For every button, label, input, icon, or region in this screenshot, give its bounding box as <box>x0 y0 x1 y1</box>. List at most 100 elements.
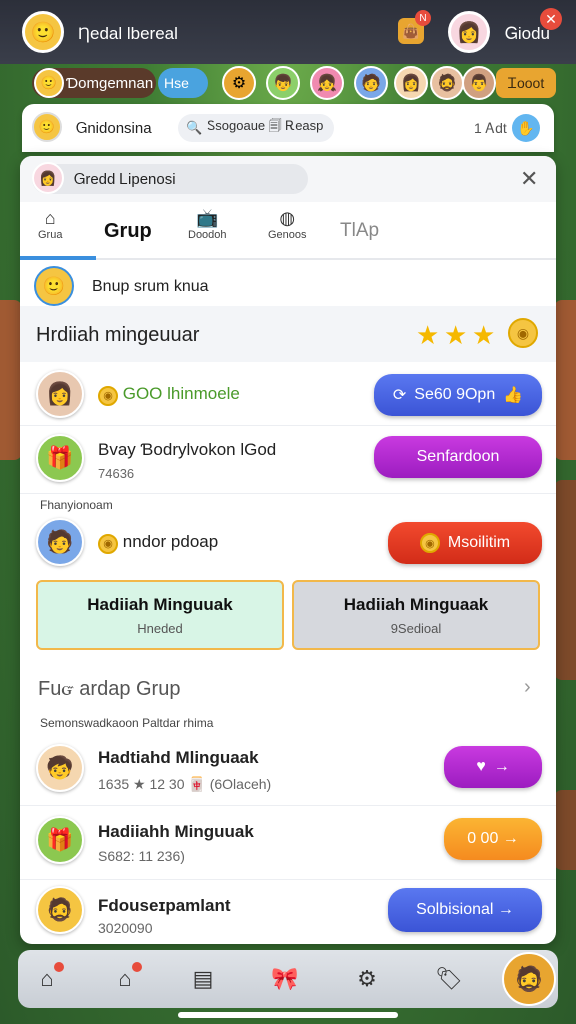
weekly-gift-card[interactable]: Hadiiah Minguaak 9Sedioal <box>292 580 540 650</box>
row-action-label: Msoilitim <box>447 534 511 551</box>
tab-video-label: Doodoh <box>188 229 227 241</box>
panel-header-title: Ꮐredd Ꮮipenosi <box>74 170 176 188</box>
player-icon-2[interactable]: 👧 <box>310 66 344 100</box>
shop-icon[interactable]: ⌂ <box>106 960 144 998</box>
section-subheader: Fhanyionoam <box>40 498 113 512</box>
star-icon: ★ <box>416 320 440 350</box>
top-bar: 🙂 Ƞedal lbereal 👜 N 👩 Ꮐiodu ✕ <box>0 0 576 64</box>
players-strip: 🙂 Ɗomgemnan Hse ⚙ 👦 👧 🧑 👩 🧔 👨 Ꮖooot <box>0 64 576 104</box>
gift-icon: 🎁 <box>36 434 84 482</box>
gift-icon: 🎁 <box>36 816 84 864</box>
group-row[interactable]: 🙂 Bnup srum knua <box>34 266 542 308</box>
tab-group-label: Grup <box>104 220 152 242</box>
list-item: 🎁 Hadiiahh Minguuak S682: 11 236) 0 00 → <box>20 806 556 880</box>
disc-icon: ◍ <box>279 208 296 228</box>
row-action-label: Se60 9Opn <box>414 386 496 403</box>
player-icon[interactable]: 👦 <box>266 66 300 100</box>
gear-icon[interactable]: ⚙ <box>222 66 256 100</box>
list-icon[interactable]: ▤ <box>184 960 222 998</box>
row-title-text: GOO lhinmoele <box>122 384 240 403</box>
gear-icon[interactable]: ⚙ <box>348 960 386 998</box>
search-text: Ꮪsogoaue 🗐 Ꭱeasp <box>207 118 324 133</box>
hse-label: Hse <box>164 75 189 91</box>
card-subtitle: 9Sedioal <box>390 620 442 636</box>
tab-general-label: Genoos <box>268 229 307 241</box>
row-action-button[interactable]: Senfardoon <box>374 436 542 478</box>
search-row-name: Ꮐnidonsina <box>76 120 152 137</box>
row-title: ◉ GOO lhinmoele <box>98 384 240 406</box>
background-wood-right-3 <box>554 790 576 870</box>
join-group-row[interactable]: Fuᏻ ardap Grup › <box>20 668 556 712</box>
tab-tip[interactable]: TlАp <box>340 220 379 270</box>
friend-avatar[interactable]: 👩 <box>448 11 490 53</box>
search-input[interactable]: 🔍 Ꮪsogoaue 🗐 Ꭱeasp <box>178 114 334 142</box>
hse-pill[interactable]: Hse <box>158 68 208 98</box>
user-pill[interactable]: 🙂 Ɗomgemnan <box>32 68 156 98</box>
link-icon: ⟳ <box>392 387 407 404</box>
row-avatar: 🧔 <box>36 886 84 934</box>
star-icon: ★ <box>444 320 468 350</box>
player-avatar[interactable]: 🙂 <box>22 11 64 53</box>
tab-home[interactable]: ⌂ Grua <box>38 208 62 258</box>
list-item: 🧔 Fdouseɪpamlant 3020090 Solbisional → <box>20 880 556 944</box>
reward-row: 👩 ◉ GOO lhinmoele ⟳ Se60 9Opn 👍 <box>20 362 556 426</box>
close-icon[interactable]: ✕ <box>540 8 562 30</box>
tab-tip-label: TlАp <box>340 220 380 241</box>
tag-icon[interactable]: 🏷 <box>430 960 468 998</box>
bag-icon[interactable]: 👜 N <box>398 10 431 44</box>
list-item: 🧒 Hadtiahd Mlinguaak 1635 ★ 12 30 🀄 (6Ol… <box>20 734 556 806</box>
tab-bar: ⌂ Grua Grup 📺 Doodoh ◍ Genoos TlАp <box>20 202 556 260</box>
player-icon-6[interactable]: 👨 <box>462 66 496 100</box>
panel-header-pill: Ꮐredd Ꮮipenosi <box>32 164 308 194</box>
group-row-label: Bnup srum knua <box>92 278 209 295</box>
row-title: Bvay Ɓodrylvokon lGod <box>98 440 277 459</box>
weekly-title: Hrdiiah mingeuuar <box>36 324 200 346</box>
heart-icon: ♥ <box>476 758 486 775</box>
card-subtitle: Hneded <box>137 620 183 636</box>
panel-header-avatar: 👩 <box>32 162 64 194</box>
player-icon-4[interactable]: 👩 <box>394 66 428 100</box>
row-action-button[interactable]: ⟳ Se60 9Opn 👍 <box>374 374 542 416</box>
tab-underline <box>20 256 96 260</box>
bag-badge: N <box>415 10 431 26</box>
chevron-right-icon: › <box>524 676 531 698</box>
search-row: 🙂 Ꮐnidonsina 🔍 Ꮪsogoaue 🗐 Ꭱeasp 1 Ꭺdt ✋ <box>22 104 554 152</box>
hand-icon[interactable]: ✋ <box>512 114 540 142</box>
coin-icon: ◉ <box>419 533 440 553</box>
row-action-button[interactable]: ◉ Msoilitim <box>388 522 542 564</box>
notification-dot <box>132 962 142 972</box>
star-icon: ★ <box>472 320 496 350</box>
row-subtitle: S682: 11 236) <box>98 848 185 864</box>
background-wood-right <box>554 300 576 460</box>
gold-pill[interactable]: Ꮖooot <box>496 68 556 98</box>
weekly-gift-card[interactable]: Hadiiah Minguuak Hneded <box>36 580 284 650</box>
reward-row: 🧑 ◉ nndor pdoap ◉ Msoilitim <box>20 512 556 572</box>
row-action-button[interactable]: 0 00 → <box>444 818 542 860</box>
coin-icon: ◉ <box>98 385 118 406</box>
player-icon-3[interactable]: 🧑 <box>354 66 388 100</box>
background-wood-right-2 <box>554 480 576 680</box>
panel-header: Ꮐredd Ꮮipenosi 👩 ✕ <box>20 156 556 202</box>
row-action-button[interactable]: ♥ → <box>444 746 542 788</box>
card-title: Hadiiah Minguuak <box>87 594 233 614</box>
close-icon[interactable]: ✕ <box>520 166 538 192</box>
player-icon-5[interactable]: 🧔 <box>430 66 464 100</box>
home-icon: ⌂ <box>44 208 56 228</box>
profile-avatar[interactable]: 🧔 <box>502 952 556 1006</box>
row-action-label: Senfardoon <box>416 448 500 465</box>
row-avatar: 🧑 <box>36 518 84 566</box>
group-avatar: 🙂 <box>34 266 74 306</box>
top-bar-title: Ƞedal lbereal <box>78 24 178 43</box>
user-pill-name: Ɗomgemnan <box>66 74 154 92</box>
tab-general[interactable]: ◍ Genoos <box>268 208 307 258</box>
home-icon[interactable]: ⌂ <box>28 960 66 998</box>
reward-row: 🎁 Bvay Ɓodrylvokon lGod 74636 Senfardoon <box>20 426 556 494</box>
row-title: Hadiiahh Minguuak <box>98 822 254 841</box>
row-action-button[interactable]: Solbisional → <box>388 888 542 932</box>
row-avatar: 🧒 <box>36 744 84 792</box>
group-panel: Ꮐredd Ꮮipenosi 👩 ✕ ⌂ Grua Grup 📺 Doodoh … <box>20 156 556 944</box>
home-indicator <box>178 1012 398 1018</box>
gift-icon[interactable]: 🎀 <box>266 960 304 998</box>
tab-group[interactable]: Grup <box>104 220 152 270</box>
tab-video[interactable]: 📺 Doodoh <box>188 208 227 258</box>
